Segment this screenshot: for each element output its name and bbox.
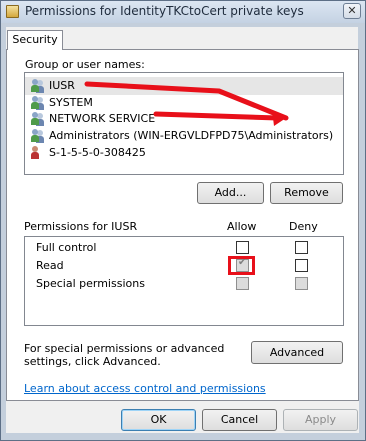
deny-column-header: Deny: [289, 220, 318, 233]
list-item-unknown-sid[interactable]: S-1-5-5-0-308425: [25, 144, 343, 162]
add-button[interactable]: Add...: [197, 182, 264, 204]
list-item-label: IUSR: [49, 79, 75, 92]
allow-column-header: Allow: [227, 220, 257, 233]
cancel-button[interactable]: Cancel: [202, 409, 277, 431]
full-control-deny-checkbox[interactable]: [295, 241, 308, 254]
tab-security[interactable]: Security: [7, 30, 63, 50]
read-deny-checkbox[interactable]: [295, 259, 308, 272]
users-icon: [31, 129, 45, 143]
permission-label-read: Read: [36, 259, 64, 272]
close-button[interactable]: ✕: [343, 3, 361, 19]
full-control-allow-checkbox[interactable]: [236, 241, 249, 254]
read-allow-highlight: [228, 256, 255, 275]
permission-label-special: Special permissions: [36, 277, 145, 290]
advanced-button[interactable]: Advanced: [251, 341, 343, 364]
list-item-label: Administrators (WIN-ERGVLDFPD75\Administ…: [49, 129, 334, 142]
remove-button[interactable]: Remove: [270, 182, 343, 204]
unknown-sid-icon: [31, 146, 45, 160]
list-item-label: S-1-5-5-0-308425: [49, 146, 146, 159]
permissions-header: Permissions for IUSR: [24, 220, 138, 233]
help-link[interactable]: Learn about access control and permissio…: [24, 382, 266, 395]
special-deny-checkbox[interactable]: [295, 277, 308, 290]
title-bar[interactable]: Permissions for IdentityTKCtoCert privat…: [1, 1, 365, 23]
group-list-label: Group or user names:: [25, 58, 145, 71]
list-item-network-service[interactable]: NETWORK SERVICE: [25, 110, 343, 128]
group-user-list[interactable]: IUSR SYSTEM NETWORK SERVICE Administrato…: [24, 72, 344, 175]
permissions-list: Full control Read Special permissions: [24, 236, 344, 326]
users-icon: [31, 112, 45, 126]
users-icon: [31, 79, 45, 93]
ok-button[interactable]: OK: [121, 409, 196, 431]
window-title: Permissions for IdentityTKCtoCert privat…: [25, 4, 304, 18]
list-item-iusr[interactable]: IUSR: [25, 77, 343, 95]
users-icon: [31, 96, 45, 110]
key-folder-icon: [6, 5, 19, 18]
permission-label-full-control: Full control: [36, 241, 97, 254]
list-item-label: NETWORK SERVICE: [49, 112, 156, 125]
special-allow-checkbox[interactable]: [236, 277, 249, 290]
advanced-note: For special permissions or advanced sett…: [24, 342, 225, 368]
apply-button[interactable]: Apply: [283, 409, 358, 431]
list-item-administrators[interactable]: Administrators (WIN-ERGVLDFPD75\Administ…: [25, 127, 343, 145]
